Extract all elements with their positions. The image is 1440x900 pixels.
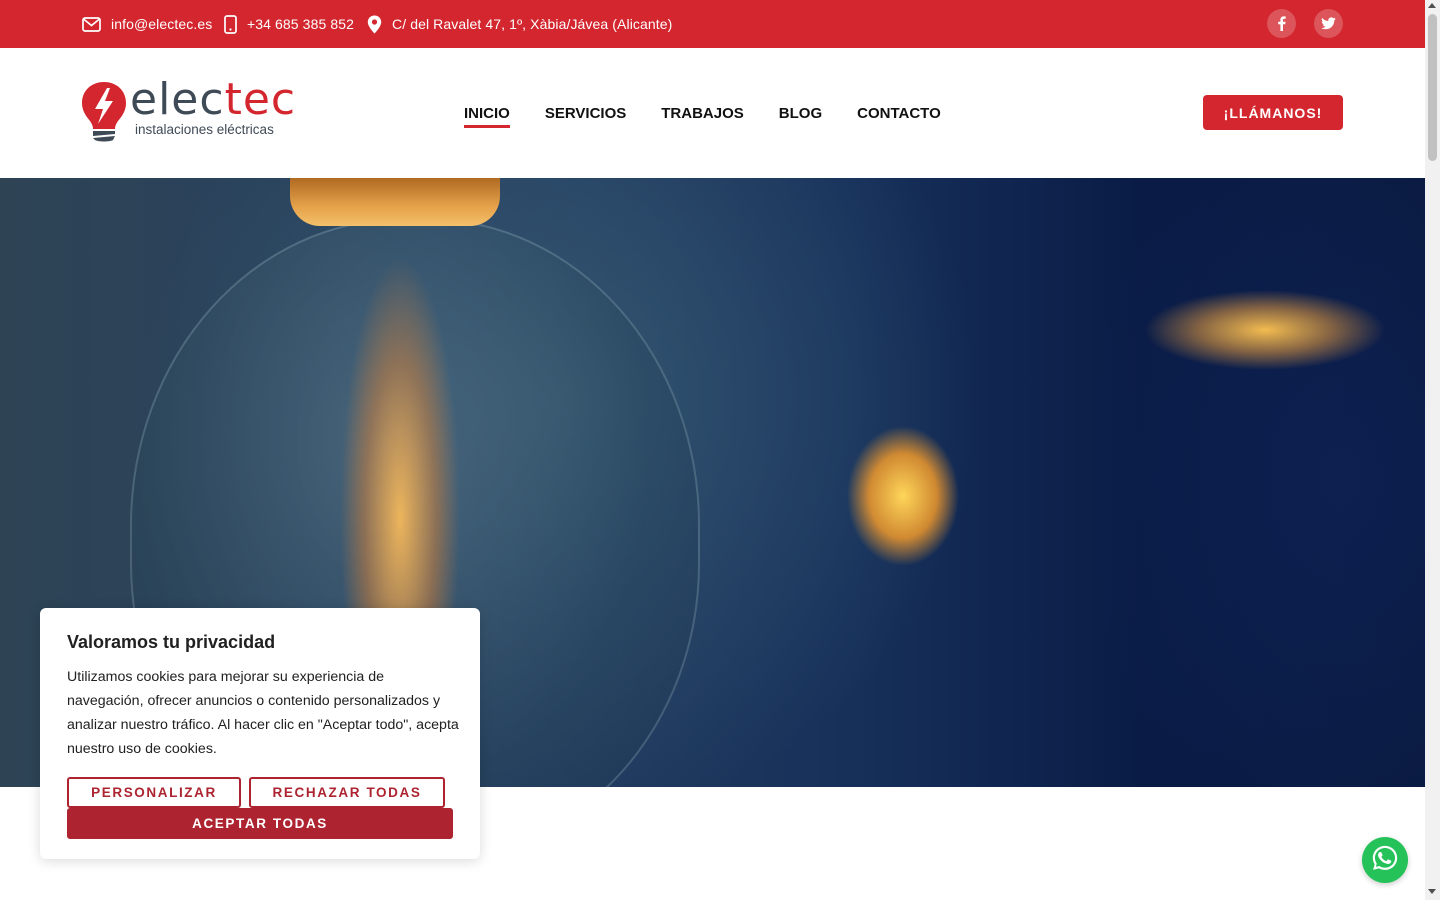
scroll-up-arrow-icon[interactable] — [1428, 3, 1436, 8]
email-text: info@electec.es — [111, 16, 213, 32]
twitter-button[interactable] — [1314, 9, 1343, 38]
main-navigation: INICIO SERVICIOS TRABAJOS BLOG CONTACTO — [464, 48, 941, 178]
nav-trabajos[interactable]: TRABAJOS — [661, 101, 744, 126]
scrollbar-thumb[interactable] — [1428, 14, 1437, 161]
bulb-bolt-logo-icon — [80, 80, 128, 149]
logo-wordmark: electec — [130, 74, 297, 125]
nav-blog[interactable]: BLOG — [779, 101, 822, 126]
reject-all-button[interactable]: RECHAZAR TODAS — [249, 777, 445, 808]
electec-logo[interactable]: electec instalaciones eléctricas — [80, 74, 295, 149]
phone-link[interactable]: +34 685 385 852 — [224, 0, 354, 48]
top-contact-bar: info@electec.es +34 685 385 852 C/ del R… — [0, 0, 1425, 48]
site-header: electec instalaciones eléctricas INICIO … — [0, 48, 1425, 178]
envelope-icon — [82, 16, 101, 32]
customize-button[interactable]: PERSONALIZAR — [67, 777, 241, 808]
scroll-down-arrow-icon[interactable] — [1428, 889, 1436, 894]
twitter-icon — [1321, 17, 1336, 30]
mobile-phone-icon — [224, 14, 237, 34]
nav-contacto[interactable]: CONTACTO — [857, 101, 941, 126]
page-scrollbar[interactable] — [1425, 0, 1440, 900]
logo-tagline: instalaciones eléctricas — [135, 122, 274, 137]
cookie-consent-dialog: Valoramos tu privacidad Utilizamos cooki… — [40, 608, 480, 859]
phone-text: +34 685 385 852 — [247, 16, 354, 32]
nav-inicio[interactable]: INICIO — [464, 101, 510, 128]
accept-all-button[interactable]: ACEPTAR TODAS — [67, 808, 453, 839]
address-text: C/ del Ravalet 47, 1º, Xàbia/Jávea (Alic… — [392, 16, 673, 32]
location-pin-icon — [367, 15, 382, 34]
email-link[interactable]: info@electec.es — [82, 0, 212, 48]
nav-servicios[interactable]: SERVICIOS — [545, 101, 626, 126]
cookie-title: Valoramos tu privacidad — [67, 632, 276, 652]
call-us-button[interactable]: ¡LLÁMANOS! — [1203, 95, 1343, 130]
facebook-button[interactable] — [1267, 9, 1296, 38]
facebook-icon — [1277, 16, 1286, 31]
address-link[interactable]: C/ del Ravalet 47, 1º, Xàbia/Jávea (Alic… — [367, 0, 672, 48]
whatsapp-button[interactable] — [1362, 837, 1408, 883]
whatsapp-icon — [1370, 843, 1400, 878]
cookie-text: Utilizamos cookies para mejorar su exper… — [67, 669, 459, 757]
